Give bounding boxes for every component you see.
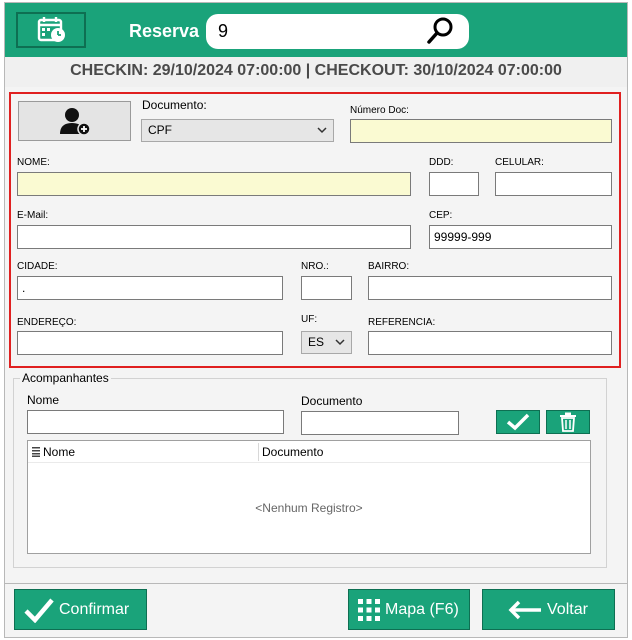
nome-label: NOME:	[17, 157, 50, 168]
email-field[interactable]	[17, 225, 411, 249]
mapa-button[interactable]: Mapa (F6)	[348, 589, 470, 630]
search-icon[interactable]	[425, 16, 455, 46]
cep-label: CEP:	[429, 210, 453, 221]
calendar-clock-icon	[37, 17, 65, 42]
acomp-documento-field[interactable]	[301, 411, 459, 435]
calendar-button[interactable]	[16, 12, 86, 48]
chevron-down-icon	[335, 339, 345, 346]
endereco-label: ENDEREÇO:	[17, 317, 77, 328]
acomp-documento-label: Documento	[301, 394, 363, 408]
bairro-field[interactable]	[368, 276, 612, 300]
arrow-left-icon	[508, 600, 541, 619]
reserva-search-box	[206, 14, 469, 49]
confirmar-button[interactable]: Confirmar	[14, 589, 147, 630]
uf-selected-value: ES	[308, 335, 325, 349]
voltar-button[interactable]: Voltar	[482, 589, 615, 630]
trash-icon	[560, 412, 576, 432]
numero-doc-label: Número Doc:	[350, 105, 409, 116]
add-person-button[interactable]	[18, 101, 131, 141]
acompanhantes-title: Acompanhantes	[20, 371, 111, 385]
grid-map-icon	[358, 598, 380, 621]
add-acompanhante-button[interactable]	[496, 410, 540, 434]
cidade-label: CIDADE:	[17, 261, 58, 272]
ddd-field[interactable]	[429, 172, 479, 196]
checkin-checkout-info: CHECKIN: 29/10/2024 07:00:00 | CHECKOUT:…	[5, 57, 627, 87]
bairro-label: BAIRRO:	[368, 261, 410, 272]
uf-label: UF:	[301, 314, 318, 325]
nro-label: NRO.:	[301, 261, 329, 272]
header-bar: Reserva	[5, 3, 627, 57]
endereco-field[interactable]	[17, 331, 283, 355]
mapa-label: Mapa (F6)	[385, 600, 459, 618]
documento-label: Documento:	[142, 98, 207, 112]
celular-label: CELULAR:	[495, 157, 544, 168]
email-label: E-Mail:	[17, 210, 49, 221]
checkmark-icon	[506, 413, 530, 431]
referencia-label: REFERENCIA:	[368, 317, 436, 328]
referencia-field[interactable]	[368, 331, 612, 355]
grid-menu-icon[interactable]	[32, 447, 40, 457]
chevron-down-icon	[317, 127, 327, 134]
acomp-nome-field[interactable]	[27, 410, 284, 434]
cep-field[interactable]	[429, 225, 612, 249]
grid-column-divider	[258, 443, 259, 461]
cidade-field[interactable]	[17, 276, 283, 300]
acomp-nome-label: Nome	[27, 393, 60, 407]
confirmar-label: Confirmar	[59, 600, 130, 618]
delete-acompanhante-button[interactable]	[546, 410, 590, 434]
grid-header: Nome Documento	[28, 441, 590, 463]
add-user-icon	[59, 108, 91, 136]
nome-field[interactable]	[17, 172, 411, 196]
grid-column-documento[interactable]: Documento	[262, 445, 323, 459]
grid-column-nome[interactable]: Nome	[43, 445, 75, 459]
documento-selected-value: CPF	[148, 123, 172, 137]
voltar-label: Voltar	[547, 600, 588, 618]
reserva-input[interactable]	[218, 20, 418, 42]
nro-field[interactable]	[301, 276, 352, 300]
documento-select[interactable]: CPF	[141, 119, 334, 142]
ddd-label: DDD:	[429, 157, 454, 168]
checkmark-icon	[24, 598, 54, 623]
uf-select[interactable]: ES	[301, 331, 352, 354]
acompanhantes-grid[interactable]: Nome Documento <Nenhum Registro>	[27, 440, 591, 554]
numero-doc-field[interactable]	[350, 119, 612, 143]
grid-empty-message: <Nenhum Registro>	[255, 501, 363, 515]
footer-divider	[5, 583, 627, 584]
reserva-label: Reserva	[129, 21, 200, 41]
celular-field[interactable]	[495, 172, 612, 196]
